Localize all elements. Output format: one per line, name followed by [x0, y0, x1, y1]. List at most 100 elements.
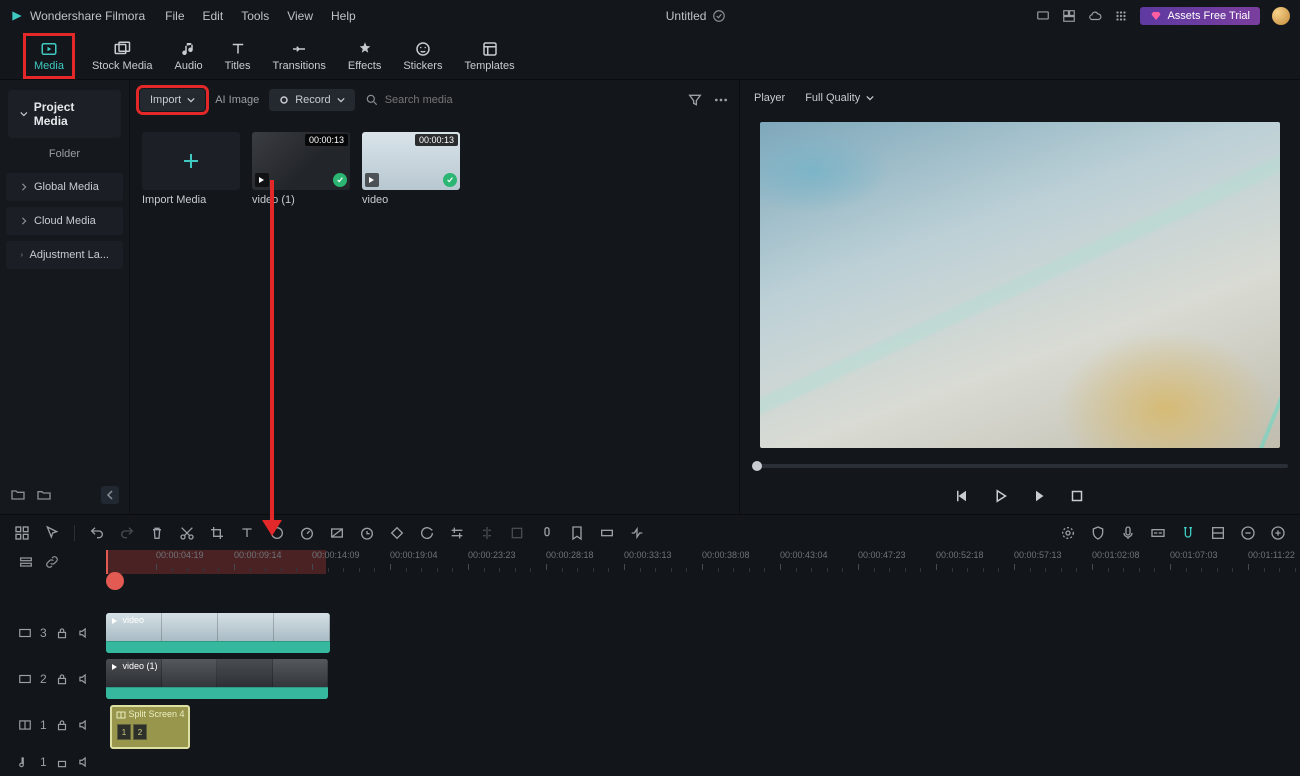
tab-titles[interactable]: Titles	[225, 40, 251, 72]
undo-icon[interactable]	[89, 525, 105, 541]
scrub-bar[interactable]	[752, 464, 1288, 468]
cloud-icon[interactable]	[1088, 9, 1102, 23]
assets-free-trial-button[interactable]: Assets Free Trial	[1140, 7, 1260, 25]
voiceover-icon[interactable]	[539, 525, 555, 541]
mute-icon[interactable]	[77, 755, 91, 769]
rotate-icon[interactable]	[419, 525, 435, 541]
redo-icon[interactable]	[119, 525, 135, 541]
titles-icon	[229, 40, 247, 58]
sidebar-item-cloud-media[interactable]: Cloud Media	[6, 207, 123, 235]
next-frame-button[interactable]	[1030, 487, 1048, 505]
track-head-video-3[interactable]: 3	[0, 626, 106, 640]
quality-label: Full Quality	[805, 92, 860, 104]
tab-audio[interactable]: Audio	[175, 40, 203, 72]
layout-view-icon[interactable]	[1210, 525, 1226, 541]
media-tile-video-1[interactable]: 00:00:13 video (1)	[252, 132, 350, 206]
tab-templates[interactable]: Templates	[464, 40, 514, 72]
lock-icon[interactable]	[55, 626, 69, 640]
adjust-icon[interactable]	[449, 525, 465, 541]
clip-video-track2[interactable]: video (1)	[106, 659, 328, 699]
tab-stock-media[interactable]: Stock Media	[92, 40, 153, 72]
tab-media[interactable]: Media	[28, 38, 70, 74]
import-dropdown[interactable]: Import	[140, 89, 205, 111]
toolbar-pointer-icon[interactable]	[44, 525, 60, 541]
cut-icon[interactable]	[179, 525, 195, 541]
lock-icon[interactable]	[55, 672, 69, 686]
layout-icon[interactable]	[1062, 9, 1076, 23]
ai-image-button[interactable]: AI Image	[215, 94, 259, 106]
media-tile-video[interactable]: 00:00:13 video	[362, 132, 460, 206]
grid-apps-icon[interactable]	[1114, 9, 1128, 23]
menu-file[interactable]: File	[165, 9, 184, 23]
import-media-tile[interactable]: Import Media	[142, 132, 240, 206]
timer-icon[interactable]	[359, 525, 375, 541]
crop-icon[interactable]	[209, 525, 225, 541]
menu-view[interactable]: View	[287, 9, 313, 23]
keyframe-icon[interactable]	[389, 525, 405, 541]
text-icon[interactable]	[239, 525, 255, 541]
prev-frame-button[interactable]	[954, 487, 972, 505]
toolbar-grid-icon[interactable]	[14, 525, 30, 541]
lock-icon[interactable]	[55, 755, 69, 769]
mute-icon[interactable]	[77, 626, 91, 640]
mute-icon[interactable]	[77, 672, 91, 686]
scrub-handle[interactable]	[752, 461, 762, 471]
user-avatar[interactable]	[1272, 7, 1290, 25]
lock-icon[interactable]	[55, 718, 69, 732]
mix-icon[interactable]	[629, 525, 645, 541]
sidebar-collapse-button[interactable]	[101, 486, 119, 504]
mute-icon[interactable]	[77, 718, 91, 732]
zoom-out-icon[interactable]	[1240, 525, 1256, 541]
group-icon[interactable]	[509, 525, 525, 541]
link-icon[interactable]	[44, 554, 60, 570]
quality-dropdown[interactable]: Full Quality	[805, 92, 874, 104]
marker-icon[interactable]	[569, 525, 585, 541]
playhead-handle[interactable]	[106, 572, 124, 590]
chevron-down-icon	[337, 96, 345, 104]
clip-split-screen[interactable]: Split Screen 4 1 2	[110, 705, 190, 749]
zoom-in-icon[interactable]	[1270, 525, 1286, 541]
freeze-frame-icon[interactable]	[329, 525, 345, 541]
new-folder-icon[interactable]	[10, 487, 26, 503]
tab-stickers[interactable]: Stickers	[403, 40, 442, 72]
stop-button[interactable]	[1068, 487, 1086, 505]
track-toggle-icon[interactable]	[18, 554, 34, 570]
more-icon[interactable]	[713, 92, 729, 108]
track-head-splitscreen-1[interactable]: 1	[0, 718, 106, 732]
snap-icon[interactable]	[1180, 525, 1196, 541]
clip-video-track3[interactable]: video	[106, 613, 330, 653]
track-head-video-2[interactable]: 2	[0, 672, 106, 686]
chevron-down-icon	[187, 96, 195, 104]
record-dropdown[interactable]: Record	[269, 89, 354, 111]
chevron-down-icon	[20, 110, 28, 118]
filter-icon[interactable]	[687, 92, 703, 108]
sidebar-project-media[interactable]: Project Media	[8, 90, 121, 138]
playhead[interactable]	[106, 550, 108, 574]
speed-icon[interactable]	[299, 525, 315, 541]
render-icon[interactable]	[1060, 525, 1076, 541]
folder-icon[interactable]	[36, 487, 52, 503]
highlight-icon[interactable]	[599, 525, 615, 541]
sidebar-cloud-label: Cloud Media	[34, 215, 96, 227]
menu-tools[interactable]: Tools	[241, 9, 269, 23]
tab-transitions[interactable]: Transitions	[273, 40, 326, 72]
sidebar-item-global-media[interactable]: Global Media	[6, 173, 123, 201]
tab-effects[interactable]: Effects	[348, 40, 381, 72]
menu-help[interactable]: Help	[331, 9, 356, 23]
shield-icon[interactable]	[1090, 525, 1106, 541]
timeline-ruler[interactable]: 00:00:04:1900:00:09:1400:00:14:0900:00:1…	[106, 550, 1300, 574]
track-head-audio-1[interactable]: 1	[0, 755, 106, 769]
play-button[interactable]	[992, 487, 1010, 505]
screen-icon[interactable]	[1036, 9, 1050, 23]
split-icon[interactable]	[479, 525, 495, 541]
delete-icon[interactable]	[149, 525, 165, 541]
status-ok-icon	[333, 173, 347, 187]
preview-viewport[interactable]	[760, 122, 1280, 448]
menu-edit[interactable]: Edit	[203, 9, 224, 23]
sidebar-item-adjustment-layer[interactable]: Adjustment La...	[6, 241, 123, 269]
subtitle-icon[interactable]	[1150, 525, 1166, 541]
search-input[interactable]	[385, 94, 625, 106]
app-brand: Wondershare Filmora	[10, 9, 145, 23]
mic-icon[interactable]	[1120, 525, 1136, 541]
split-screen-track-icon	[18, 718, 32, 732]
